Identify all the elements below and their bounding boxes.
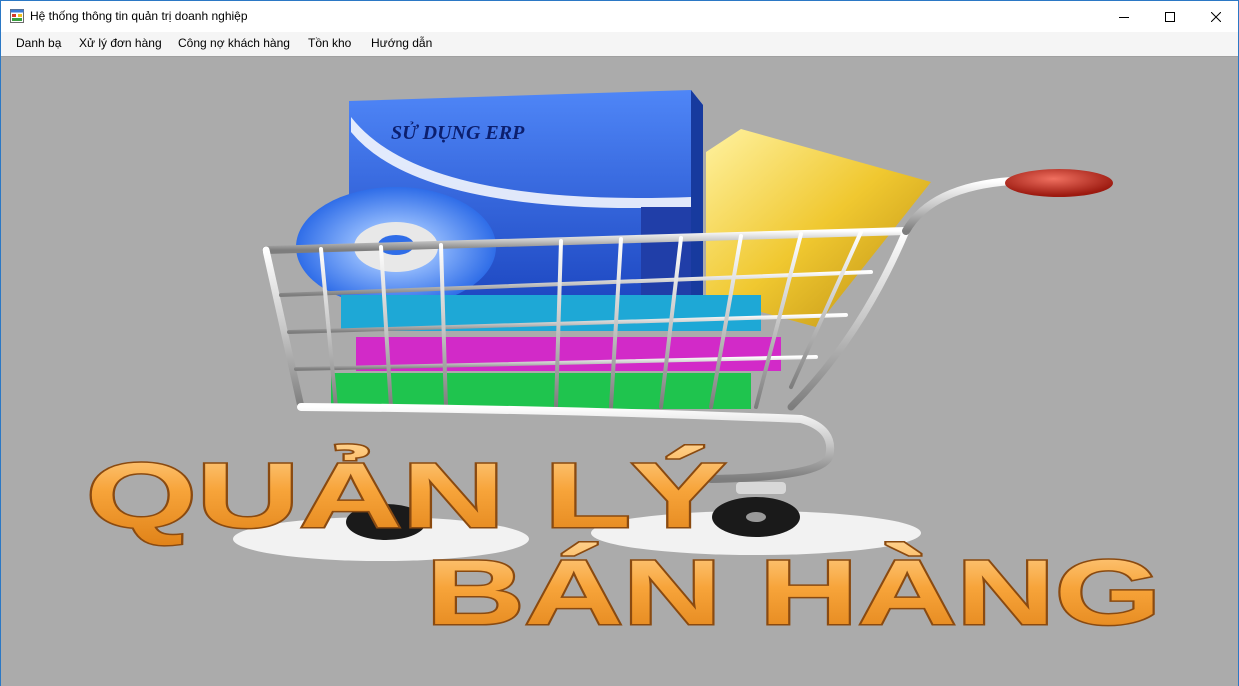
headline-line-2: BÁN HÀNG xyxy=(426,542,1161,644)
minimize-icon xyxy=(1119,16,1129,18)
maximize-button[interactable] xyxy=(1147,1,1193,32)
menu-cong-no-khach-hang[interactable]: Công nợ khách hàng xyxy=(178,36,290,50)
maximize-icon xyxy=(1165,11,1175,22)
menu-huong-dan[interactable]: Hướng dẫn xyxy=(371,36,432,50)
cart-handle-grip xyxy=(1005,169,1113,197)
headline-line-1: QUẢN LÝ xyxy=(86,444,726,547)
sales-management-banner: SỬ DỤNG ERP QUẢN LÝ BÁN HÀNG xyxy=(85,90,1163,646)
app-icon xyxy=(10,9,24,23)
menu-xu-ly-don-hang[interactable]: Xử lý đơn hàng xyxy=(79,36,162,50)
close-button[interactable] xyxy=(1193,1,1239,32)
menu-ton-kho[interactable]: Tồn kho xyxy=(308,36,351,50)
erp-box-label: SỬ DỤNG ERP xyxy=(391,121,525,144)
minimize-button[interactable] xyxy=(1101,1,1147,32)
main-client-area: SỬ DỤNG ERP QUẢN LÝ BÁN HÀNG xyxy=(1,56,1238,686)
title-bar[interactable]: Hệ thống thông tin quản trị doanh nghiệp xyxy=(1,1,1238,32)
window-title: Hệ thống thông tin quản trị doanh nghiệp xyxy=(30,9,248,23)
menu-danh-ba[interactable]: Danh bạ xyxy=(16,36,61,50)
main-window: Hệ thống thông tin quản trị doanh nghiệp… xyxy=(0,0,1239,686)
menu-bar: Danh bạ Xử lý đơn hàng Công nợ khách hàn… xyxy=(1,32,1238,56)
close-icon xyxy=(1211,11,1221,22)
